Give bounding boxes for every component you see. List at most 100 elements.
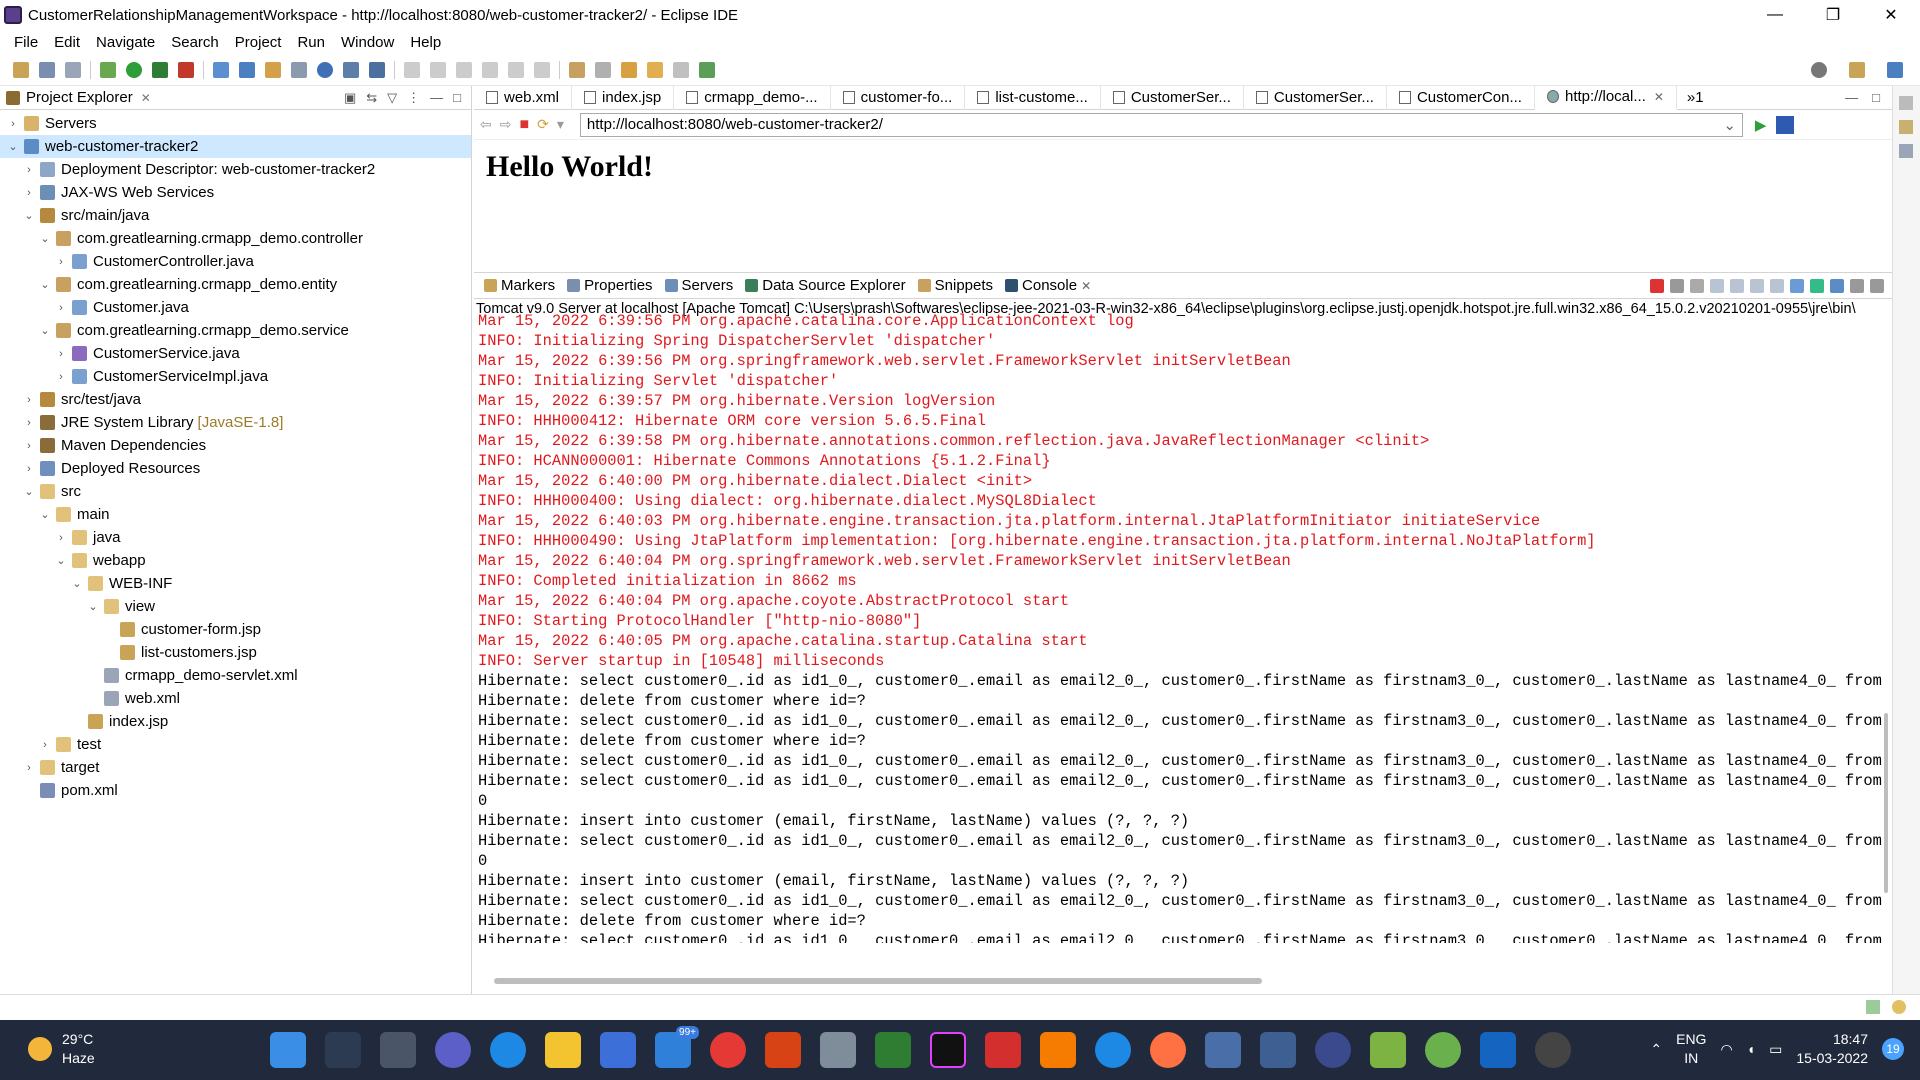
postman-icon[interactable]: [1150, 1032, 1186, 1068]
scroll-lock-icon[interactable]: [1710, 278, 1724, 293]
remove-launch-icon[interactable]: [1670, 278, 1684, 293]
vlc-icon[interactable]: [1040, 1032, 1076, 1068]
step-into-icon[interactable]: [508, 61, 524, 78]
close-icon[interactable]: ✕: [1862, 0, 1920, 30]
tab-overflow[interactable]: »1: [1687, 89, 1704, 106]
new-icon[interactable]: [13, 61, 29, 78]
tree-item[interactable]: › Servers: [0, 112, 471, 135]
chevron-right-icon[interactable]: ›: [54, 302, 68, 314]
editor-tab[interactable]: index.jsp: [572, 85, 675, 110]
word-wrap-icon[interactable]: [1730, 278, 1744, 293]
task-view-icon[interactable]: [380, 1032, 416, 1068]
menu-file[interactable]: File: [6, 34, 46, 51]
clock[interactable]: 18:47 15-03-2022: [1796, 1030, 1868, 1068]
store-icon[interactable]: [600, 1032, 636, 1068]
go-icon[interactable]: ▶: [1755, 116, 1767, 134]
collapse-all-icon[interactable]: ▣: [344, 90, 356, 106]
pin-editor-icon[interactable]: [699, 61, 715, 78]
tree-item[interactable]: index.jsp: [0, 710, 471, 733]
chevron-right-icon[interactable]: ›: [22, 762, 36, 774]
menu-window[interactable]: Window: [333, 34, 402, 51]
chevron-right-icon[interactable]: ›: [22, 394, 36, 406]
annotation-icon[interactable]: [569, 61, 585, 78]
view-tab-console[interactable]: Console ✕: [999, 277, 1097, 294]
tree-item[interactable]: ⌄ view: [0, 595, 471, 618]
tree-item[interactable]: customer-form.jsp: [0, 618, 471, 641]
tree-item[interactable]: › CustomerService.java: [0, 342, 471, 365]
mysql-icon[interactable]: [1260, 1032, 1296, 1068]
view-tab-properties[interactable]: Properties: [561, 277, 658, 294]
chevron-right-icon[interactable]: ›: [54, 256, 68, 268]
eclipse-icon[interactable]: [1315, 1032, 1351, 1068]
step-icon[interactable]: [404, 61, 420, 78]
next-annotation-icon[interactable]: [595, 61, 611, 78]
disconnect-icon[interactable]: [482, 61, 498, 78]
forward-arrow-icon[interactable]: ⇨: [500, 116, 512, 133]
show-stderr-icon[interactable]: [1770, 278, 1784, 293]
debug-icon[interactable]: [100, 61, 116, 78]
tree-item[interactable]: ⌄ src/main/java: [0, 204, 471, 227]
minimize-icon[interactable]: —: [1746, 0, 1804, 30]
restore-icon[interactable]: ❐: [1804, 0, 1862, 30]
search-tool-icon[interactable]: [291, 61, 307, 78]
tree-item[interactable]: ⌄ main: [0, 503, 471, 526]
stop-icon[interactable]: ■: [519, 116, 529, 134]
skype-icon[interactable]: [1095, 1032, 1131, 1068]
new-server-icon[interactable]: [213, 61, 229, 78]
view-tab-servers[interactable]: Servers: [659, 277, 740, 294]
edge-icon[interactable]: [490, 1032, 526, 1068]
tree-item[interactable]: › Maven Dependencies: [0, 434, 471, 457]
back-icon[interactable]: [647, 61, 663, 78]
back-arrow-icon[interactable]: ⇦: [480, 116, 492, 133]
view-tab-markers[interactable]: Markers: [478, 277, 561, 294]
forward-icon[interactable]: [673, 61, 689, 78]
tree-item[interactable]: › Deployment Descriptor: web-customer-tra…: [0, 158, 471, 181]
restore-icon[interactable]: [1899, 96, 1913, 110]
step-over-icon[interactable]: [534, 61, 550, 78]
link-editor-icon[interactable]: ⇆: [366, 90, 377, 106]
chat-icon[interactable]: [435, 1032, 471, 1068]
view-tab-data-source-explorer[interactable]: Data Source Explorer: [739, 277, 911, 294]
open-perspective-icon[interactable]: [1849, 61, 1865, 78]
search-icon[interactable]: [325, 1032, 361, 1068]
display-console-icon[interactable]: [1810, 278, 1824, 293]
minimize-view-icon[interactable]: —: [430, 90, 443, 106]
console-output[interactable]: Mar 15, 2022 6:39:56 PM org.apache.catal…: [474, 311, 1892, 943]
chevron-right-icon[interactable]: ›: [22, 187, 36, 199]
menu-run[interactable]: Run: [289, 34, 333, 51]
tree-item[interactable]: › src/test/java: [0, 388, 471, 411]
refresh-icon[interactable]: ⟳: [537, 116, 549, 133]
chevron-down-icon[interactable]: ⌄: [86, 600, 100, 613]
tree-item[interactable]: ⌄ com.greatlearning.crmapp_demo.controlle…: [0, 227, 471, 250]
pin-console-icon[interactable]: [1790, 278, 1804, 293]
tree-item[interactable]: web.xml: [0, 687, 471, 710]
pycharm-icon[interactable]: [1370, 1032, 1406, 1068]
filter-icon[interactable]: ▽: [387, 90, 397, 106]
chevron-right-icon[interactable]: ›: [38, 739, 52, 751]
mysql-workbench-icon[interactable]: [1205, 1032, 1241, 1068]
task-icon[interactable]: [343, 61, 359, 78]
chevron-down-icon[interactable]: ⌄: [70, 577, 84, 590]
chevron-down-icon[interactable]: ⌄: [22, 485, 36, 498]
file-explorer-icon[interactable]: [545, 1032, 581, 1068]
menu-search[interactable]: Search: [163, 34, 227, 51]
tree-item[interactable]: ⌄ com.greatlearning.crmapp_demo.entity: [0, 273, 471, 296]
chevron-down-icon[interactable]: ⌄: [38, 232, 52, 245]
view-menu-icon[interactable]: ⋮: [407, 90, 420, 106]
chrome-icon[interactable]: [710, 1032, 746, 1068]
maximize-view-icon[interactable]: □: [453, 90, 461, 106]
tree-item[interactable]: ⌄ web-customer-tracker2: [0, 135, 471, 158]
maximize-view-icon[interactable]: [1870, 278, 1884, 293]
project-explorer-tab[interactable]: Project Explorer ✕ ▣ ⇆ ▽ ⋮ — □: [0, 86, 471, 110]
editor-tab[interactable]: list-custome...: [965, 85, 1101, 110]
open-type-icon[interactable]: [265, 61, 281, 78]
editor-tab[interactable]: CustomerSer...: [1244, 85, 1387, 110]
chevron-right-icon[interactable]: ›: [22, 463, 36, 475]
new-class-icon[interactable]: [239, 61, 255, 78]
coverage-icon[interactable]: [152, 61, 168, 78]
chevron-right-icon[interactable]: ›: [54, 532, 68, 544]
editor-tab[interactable]: CustomerCon...: [1387, 85, 1535, 110]
spreadsheet-icon[interactable]: [875, 1032, 911, 1068]
chevron-right-icon[interactable]: ›: [6, 118, 20, 130]
menu-edit[interactable]: Edit: [46, 34, 88, 51]
